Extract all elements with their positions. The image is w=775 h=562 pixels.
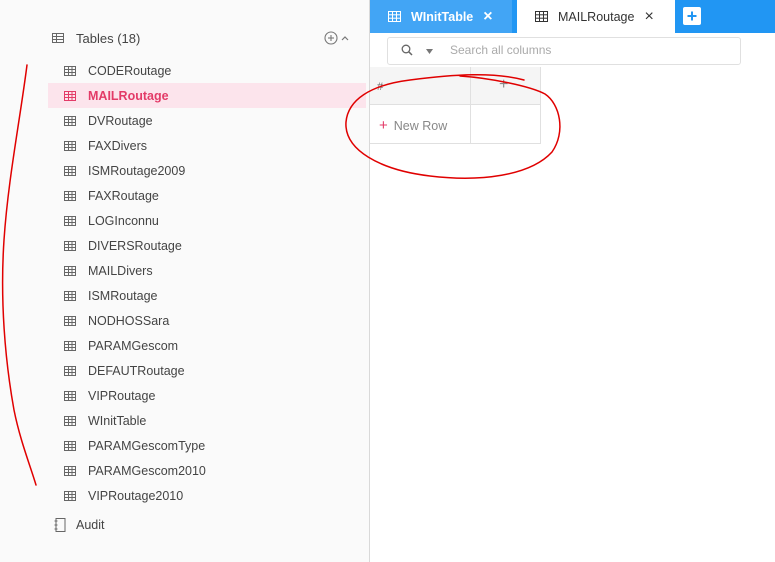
sidebar-table-label: DIVERSRoutage bbox=[88, 238, 182, 253]
sidebar-table-label: FAXDivers bbox=[88, 138, 148, 153]
table-icon bbox=[64, 340, 76, 351]
tab-label: MAILRoutage bbox=[558, 9, 635, 24]
tables-section-header[interactable]: Tables (18) bbox=[52, 28, 350, 48]
sidebar-table-label: FAXRoutage bbox=[88, 188, 159, 203]
table-icon bbox=[64, 165, 76, 176]
add-column-icon[interactable]: + bbox=[499, 76, 508, 94]
table-icon bbox=[64, 465, 76, 476]
sidebar-table-item[interactable]: DEFAUTRoutage bbox=[48, 358, 366, 383]
new-row-label: New Row bbox=[393, 118, 448, 133]
sidebar: Tables (18) CODERoutage MAILRoutage DVRout… bbox=[0, 0, 370, 562]
table-icon bbox=[64, 390, 76, 401]
sidebar-table-item[interactable]: FAXRoutage bbox=[48, 183, 366, 208]
table-icon bbox=[64, 415, 76, 426]
data-grid: # + + New Row bbox=[370, 67, 541, 144]
sidebar-table-item[interactable]: LOGInconnu bbox=[48, 208, 366, 233]
sidebar-table-label: ISMRoutage bbox=[88, 288, 158, 303]
sidebar-table-label: LOGInconnu bbox=[88, 213, 159, 228]
sidebar-table-label: CODERoutage bbox=[88, 63, 172, 78]
sidebar-table-label: VIPRoutage2010 bbox=[88, 488, 184, 503]
table-icon bbox=[388, 11, 401, 22]
sidebar-table-item[interactable]: FAXDivers bbox=[48, 133, 366, 158]
sidebar-table-item[interactable]: DIVERSRoutage bbox=[48, 233, 366, 258]
table-icon bbox=[64, 215, 76, 226]
sidebar-table-label: ISMRoutage2009 bbox=[88, 163, 186, 178]
table-icon bbox=[64, 490, 76, 501]
sidebar-table-item[interactable]: WInitTable bbox=[48, 408, 366, 433]
table-icon bbox=[64, 240, 76, 251]
add-tab-button[interactable] bbox=[683, 7, 701, 25]
sidebar-table-item[interactable]: CODERoutage bbox=[48, 58, 366, 83]
table-icon bbox=[64, 440, 76, 451]
audit-label: Audit bbox=[76, 518, 105, 532]
tab-label: WInitTable bbox=[411, 9, 474, 24]
sidebar-table-label: MAILDivers bbox=[88, 263, 153, 278]
sidebar-table-item[interactable]: DVRoutage bbox=[48, 108, 366, 133]
sidebar-table-label: DEFAUTRoutage bbox=[88, 363, 185, 378]
caret-down-icon[interactable] bbox=[426, 49, 433, 54]
add-circle-icon[interactable] bbox=[324, 31, 338, 45]
sidebar-table-label: WInitTable bbox=[88, 413, 147, 428]
table-icon bbox=[64, 140, 76, 151]
chevron-up-icon[interactable] bbox=[340, 33, 350, 43]
table-icon bbox=[64, 265, 76, 276]
index-column-header: # bbox=[377, 81, 384, 93]
table-icon bbox=[64, 115, 76, 126]
tables-list: CODERoutage MAILRoutage DVRoutage FAXDivers… bbox=[48, 58, 366, 508]
column-divider bbox=[470, 67, 471, 143]
sidebar-table-label: NODHOSSara bbox=[88, 313, 170, 328]
sidebar-table-item[interactable]: PARAMGescom bbox=[48, 333, 366, 358]
tab-bar: WInitTable × MAILRoutage × bbox=[370, 0, 775, 33]
plus-icon: + bbox=[379, 117, 388, 134]
sidebar-table-item[interactable]: VIPRoutage bbox=[48, 383, 366, 408]
sidebar-item-audit[interactable]: Audit bbox=[54, 518, 105, 532]
table-icon bbox=[64, 315, 76, 326]
sidebar-table-item[interactable]: MAILDivers bbox=[48, 258, 366, 283]
grid-header: # + bbox=[370, 67, 540, 105]
search-bar bbox=[387, 37, 741, 65]
table-icon bbox=[64, 65, 76, 76]
tab-winittable[interactable]: WInitTable × bbox=[370, 0, 512, 33]
sidebar-table-label: MAILRoutage bbox=[88, 88, 169, 103]
sidebar-table-item[interactable]: NODHOSSara bbox=[48, 308, 366, 333]
sidebar-table-item[interactable]: VIPRoutage2010 bbox=[48, 483, 366, 508]
search-icon[interactable] bbox=[401, 44, 413, 56]
sidebar-table-item[interactable]: ISMRoutage bbox=[48, 283, 366, 308]
close-icon[interactable]: × bbox=[483, 8, 492, 25]
tables-icon bbox=[52, 33, 64, 43]
sidebar-table-item[interactable]: MAILRoutage bbox=[48, 83, 366, 108]
sidebar-table-label: PARAMGescom bbox=[88, 338, 179, 353]
table-icon bbox=[64, 290, 76, 301]
sidebar-table-item[interactable]: ISMRoutage2009 bbox=[48, 158, 366, 183]
sidebar-table-item[interactable]: PARAMGescomType bbox=[48, 433, 366, 458]
table-icon bbox=[64, 90, 76, 101]
sidebar-table-label: DVRoutage bbox=[88, 113, 153, 128]
search-input[interactable] bbox=[450, 41, 730, 59]
close-icon[interactable]: × bbox=[644, 8, 653, 25]
sidebar-table-label: PARAMGescom2010 bbox=[88, 463, 206, 478]
sidebar-table-label: PARAMGescomType bbox=[88, 438, 206, 453]
tab-mailroutage[interactable]: MAILRoutage × bbox=[517, 0, 675, 33]
table-icon bbox=[535, 11, 548, 22]
table-icon bbox=[64, 365, 76, 376]
sidebar-table-item[interactable]: PARAMGescom2010 bbox=[48, 458, 366, 483]
plus-icon bbox=[687, 11, 697, 21]
tables-header-label: Tables (18) bbox=[76, 30, 141, 46]
new-row-button[interactable]: + New Row bbox=[379, 117, 447, 134]
tables-header-actions bbox=[324, 31, 350, 45]
sidebar-table-label: VIPRoutage bbox=[88, 388, 156, 403]
table-icon bbox=[64, 190, 76, 201]
notebook-icon bbox=[54, 518, 66, 532]
